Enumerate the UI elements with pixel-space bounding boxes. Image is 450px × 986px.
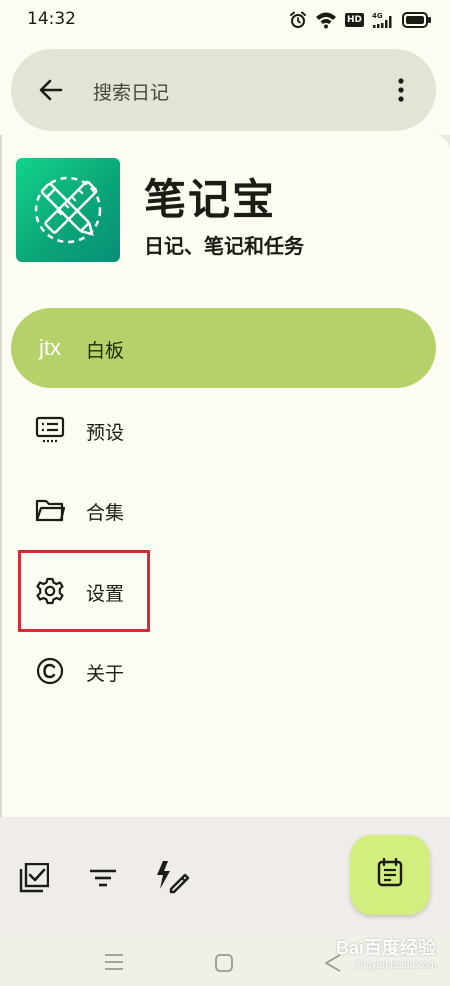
jtx-brand-text: jtx	[39, 335, 61, 360]
search-bar[interactable]: 搜索日记	[11, 49, 436, 131]
add-journal-fab[interactable]	[350, 835, 430, 915]
battery-icon	[402, 12, 432, 28]
checklist-icon[interactable]	[19, 862, 50, 897]
menu-icon[interactable]	[104, 953, 124, 975]
app-logo	[16, 158, 120, 262]
filter-icon[interactable]	[89, 868, 117, 892]
home-icon[interactable]	[214, 953, 234, 977]
hd-icon: HD	[344, 13, 364, 27]
pencil-ruler-icon	[34, 176, 102, 244]
watermark-text: Bai百度经验	[336, 938, 437, 958]
app-subtitle: 日记、笔记和任务	[144, 234, 304, 258]
more-vert-icon[interactable]	[396, 77, 406, 107]
settings-highlight-box	[18, 550, 150, 632]
nav-item-about[interactable]: 关于	[11, 631, 436, 711]
jtx-logo-icon: jtx	[35, 334, 65, 362]
back-arrow-icon[interactable]	[37, 76, 65, 108]
nav-label-collections: 合集	[86, 502, 125, 524]
presets-icon	[35, 416, 65, 444]
nav-label-presets: 预设	[86, 422, 125, 444]
quick-edit-icon[interactable]	[154, 859, 190, 899]
nav-item-presets[interactable]: 预设	[11, 390, 436, 470]
network-label: 4G	[372, 12, 383, 20]
signal-icon: 4G	[372, 11, 394, 29]
nav-label-whiteboard: 白板	[86, 340, 125, 362]
status-time: 14:32	[27, 9, 76, 29]
wifi-icon	[315, 11, 337, 29]
watermark-sub-text: jingyan.baidu.com	[356, 960, 437, 971]
copyright-icon	[35, 657, 65, 685]
journal-icon	[375, 857, 405, 892]
nav-item-whiteboard[interactable]: jtx 白板	[11, 308, 436, 388]
app-title: 笔记宝	[144, 175, 277, 224]
status-icons: HD 4G	[289, 10, 432, 30]
folder-icon	[35, 496, 65, 524]
nav-item-collections[interactable]: 合集	[11, 470, 436, 550]
alarm-icon	[289, 11, 307, 29]
nav-label-about: 关于	[86, 663, 125, 685]
search-input[interactable]: 搜索日记	[93, 78, 169, 105]
status-bar: 14:32 HD 4G	[0, 0, 450, 40]
